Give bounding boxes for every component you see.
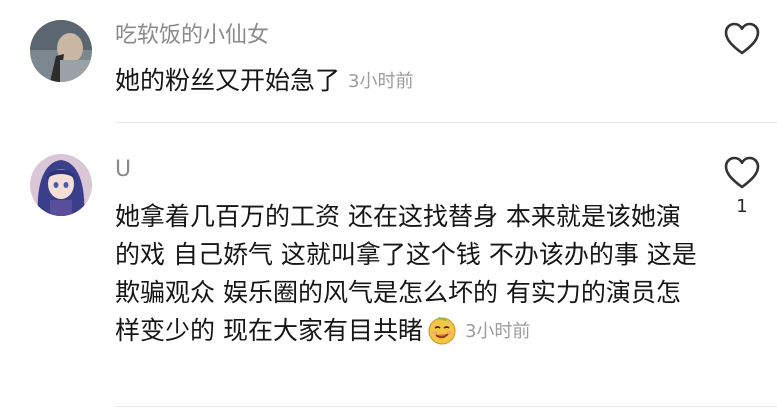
- comment-body: 她的粉丝又开始急了 3小时前: [115, 62, 700, 101]
- comment-username[interactable]: 吃软饭的小仙女: [115, 22, 269, 50]
- comment-item: U 她拿着几百万的工资 还在这找替身 本来就是该她演的戏 自己娇气 这就叫拿了这…: [0, 124, 777, 410]
- avatar-image: [30, 20, 92, 82]
- divider: [115, 122, 777, 123]
- comment-item: 吃软饭的小仙女 她的粉丝又开始急了 3小时前: [0, 0, 777, 123]
- comment-text: 她拿着几百万的工资 还在这找替身 本来就是该她演的戏 自己娇气 这就叫拿了这个钱…: [115, 202, 697, 345]
- heart-icon: [724, 22, 760, 55]
- comment-body: 她拿着几百万的工资 还在这找替身 本来就是该她演的戏 自己娇气 这就叫拿了这个钱…: [115, 198, 700, 351]
- like-button[interactable]: 1: [722, 156, 762, 217]
- divider: [115, 406, 777, 407]
- avatar[interactable]: [30, 154, 92, 216]
- comment-text: 她的粉丝又开始急了: [115, 66, 341, 95]
- comment-time: 3小时前: [348, 71, 414, 92]
- heart-icon: [724, 156, 760, 189]
- like-count: 1: [736, 196, 748, 217]
- smirking-face-sticker-icon: [428, 317, 456, 345]
- like-button[interactable]: [722, 22, 762, 62]
- avatar-image: [30, 154, 92, 216]
- comment-time: 3小时前: [464, 321, 531, 342]
- avatar[interactable]: [30, 20, 92, 82]
- comment-username[interactable]: U: [115, 156, 131, 184]
